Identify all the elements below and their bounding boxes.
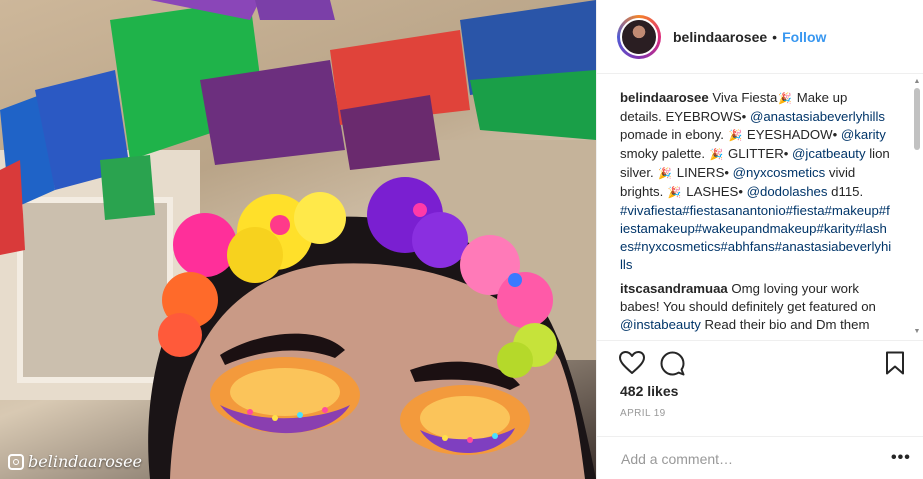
photo-watermark: belindaarosee bbox=[8, 452, 142, 471]
comment-text-segment: Viva Fiesta bbox=[708, 90, 778, 105]
party-popper-emoji-icon: 🎉 bbox=[728, 130, 743, 142]
scrollbar-thumb[interactable] bbox=[914, 88, 920, 150]
add-comment-input[interactable] bbox=[619, 447, 873, 471]
comment-item: itscasandramuaa Omg loving your work bab… bbox=[620, 280, 892, 334]
comment-text-segment: Read their bio and Dm them bbox=[700, 317, 870, 332]
caption-comment: belindaarosee Viva Fiesta🎉 Make up detai… bbox=[620, 89, 892, 274]
instagram-icon bbox=[8, 453, 24, 470]
comments-list[interactable]: belindaarosee Viva Fiesta🎉 Make up detai… bbox=[620, 89, 892, 339]
avatar[interactable] bbox=[620, 17, 658, 56]
comment-text-segment: EYESHADOW• bbox=[743, 127, 841, 142]
mention-link[interactable]: @karity bbox=[841, 127, 886, 142]
add-comment-bar: ••• bbox=[597, 436, 923, 479]
comments-scrollbar[interactable]: ▲ ▼ bbox=[913, 76, 921, 338]
party-popper-emoji-icon: 🎉 bbox=[709, 149, 724, 161]
more-options-button[interactable]: ••• bbox=[891, 449, 911, 467]
scroll-down-arrow-icon[interactable]: ▼ bbox=[913, 328, 921, 336]
header-username[interactable]: belindaarosee bbox=[673, 29, 767, 45]
avatar-ring[interactable] bbox=[617, 14, 661, 59]
comment-text-segment: LINERS• bbox=[673, 165, 733, 180]
mention-link[interactable]: @instabeauty bbox=[620, 317, 701, 332]
mention-link[interactable]: @nyxcosmetics bbox=[733, 165, 826, 180]
post-side-panel: belindaarosee • Follow belindaarosee Viv… bbox=[596, 0, 923, 479]
comment-text-segment: GLITTER• bbox=[724, 146, 793, 161]
post-photo-illustration bbox=[0, 0, 596, 479]
follow-button[interactable]: Follow bbox=[782, 29, 826, 45]
comment-username[interactable]: itscasandramuaa bbox=[620, 281, 728, 296]
post-date[interactable]: APRIL 19 bbox=[620, 408, 666, 419]
comment-text-segment: LASHES• bbox=[682, 184, 747, 199]
mention-link[interactable]: @jcatbeauty bbox=[792, 146, 866, 161]
caption-username[interactable]: belindaarosee bbox=[620, 90, 709, 105]
post-header: belindaarosee • Follow bbox=[597, 0, 923, 74]
heart-icon[interactable] bbox=[619, 351, 645, 380]
party-popper-emoji-icon: 🎉 bbox=[658, 168, 673, 180]
scroll-up-arrow-icon[interactable]: ▲ bbox=[913, 78, 921, 86]
hashtag-link[interactable]: #vivafiesta#fiestasanantonio#fiesta#make… bbox=[620, 203, 891, 272]
likes-count[interactable]: 482 likes bbox=[620, 383, 678, 399]
mention-link[interactable]: @dodolashes bbox=[747, 184, 828, 199]
mention-link[interactable]: @anastasiabeverlyhills bbox=[750, 109, 885, 124]
comment-text-segment: smoky palette. bbox=[620, 146, 709, 161]
post-image: belindaarosee bbox=[0, 0, 596, 479]
party-popper-emoji-icon: 🎉 bbox=[667, 187, 682, 199]
caption-text: Viva Fiesta🎉 Make up details. EYEBROWS• … bbox=[620, 90, 891, 272]
comment-text-segment: d115. bbox=[827, 184, 864, 199]
party-popper-emoji-icon: 🎉 bbox=[778, 93, 793, 105]
post-actions-bar bbox=[597, 340, 923, 381]
watermark-text: belindaarosee bbox=[28, 452, 142, 471]
bookmark-icon[interactable] bbox=[885, 351, 905, 380]
comment-text-segment: pomade in ebony. bbox=[620, 127, 728, 142]
header-separator-dot: • bbox=[772, 28, 778, 45]
comment-icon[interactable] bbox=[660, 351, 685, 381]
